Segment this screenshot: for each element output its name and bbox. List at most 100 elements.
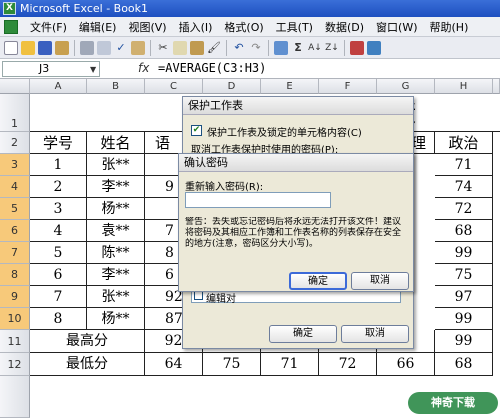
reenter-password-input[interactable] bbox=[185, 192, 331, 208]
student-name-cell[interactable]: 杨** bbox=[87, 198, 145, 220]
undo-icon[interactable]: ↶ bbox=[232, 41, 246, 55]
edit-object-checkbox[interactable] bbox=[194, 291, 203, 300]
sort-descending-icon[interactable]: Z↓ bbox=[325, 41, 339, 55]
menu-file[interactable]: 文件(F) bbox=[24, 19, 73, 35]
row-header-1[interactable]: 1 bbox=[0, 94, 30, 132]
student-name-cell[interactable]: 陈** bbox=[87, 242, 145, 264]
menu-view[interactable]: 视图(V) bbox=[122, 19, 172, 35]
column-header-d[interactable]: D bbox=[203, 79, 261, 94]
student-name-cell[interactable]: 张** bbox=[87, 286, 145, 308]
print-icon[interactable] bbox=[80, 40, 94, 55]
row-header-8[interactable]: 8 bbox=[0, 264, 30, 286]
politics-score-cell[interactable]: 99 bbox=[435, 242, 493, 264]
format-painter-icon[interactable]: 🖌 bbox=[207, 41, 221, 55]
menu-insert[interactable]: 插入(I) bbox=[173, 19, 219, 35]
student-name-cell[interactable]: 杨** bbox=[87, 308, 145, 330]
min-label-cell[interactable]: 最低分 bbox=[30, 353, 145, 376]
protect-ok-button[interactable]: 确定 bbox=[269, 325, 337, 343]
column-header-g[interactable]: G bbox=[377, 79, 435, 94]
research-icon[interactable] bbox=[131, 40, 145, 55]
row-header-4[interactable]: 4 bbox=[0, 176, 30, 198]
confirm-cancel-button[interactable]: 取消 bbox=[351, 272, 409, 290]
select-all-corner[interactable] bbox=[0, 79, 30, 94]
student-id-cell[interactable]: 1 bbox=[30, 154, 87, 176]
column-header-h[interactable]: H bbox=[435, 79, 493, 94]
min-value-cell[interactable]: 66 bbox=[377, 353, 435, 376]
menu-window[interactable]: 窗口(W) bbox=[370, 19, 423, 35]
spelling-icon[interactable]: ✓ bbox=[114, 41, 128, 55]
student-id-cell[interactable]: 4 bbox=[30, 220, 87, 242]
menu-format[interactable]: 格式(O) bbox=[218, 19, 269, 35]
chart-wizard-icon[interactable] bbox=[350, 40, 364, 55]
header-cell-name[interactable]: 姓名 bbox=[87, 132, 145, 154]
new-icon[interactable] bbox=[4, 40, 18, 55]
row-header-9[interactable]: 9 bbox=[0, 286, 30, 308]
name-box[interactable]: J3 bbox=[2, 61, 100, 77]
politics-score-cell[interactable]: 68 bbox=[435, 220, 493, 242]
fx-icon[interactable]: fx bbox=[138, 61, 149, 75]
row-header-13[interactable] bbox=[0, 376, 30, 418]
max-value-cell[interactable]: 99 bbox=[435, 330, 493, 353]
min-value-cell[interactable]: 71 bbox=[261, 353, 319, 376]
politics-score-cell[interactable]: 74 bbox=[435, 176, 493, 198]
row-header-3[interactable]: 3 bbox=[0, 154, 30, 176]
row-header-2[interactable]: 2 bbox=[0, 132, 30, 154]
student-id-cell[interactable]: 6 bbox=[30, 264, 87, 286]
row-header-7[interactable]: 7 bbox=[0, 242, 30, 264]
sort-ascending-icon[interactable]: A↓ bbox=[308, 41, 322, 55]
min-value-cell[interactable]: 68 bbox=[435, 353, 493, 376]
student-name-cell[interactable]: 李** bbox=[87, 264, 145, 286]
min-value-cell[interactable]: 64 bbox=[145, 353, 203, 376]
politics-score-cell[interactable]: 72 bbox=[435, 198, 493, 220]
protect-cancel-button[interactable]: 取消 bbox=[341, 325, 409, 343]
column-header-a[interactable]: A bbox=[30, 79, 87, 94]
politics-score-cell[interactable]: 97 bbox=[435, 286, 493, 308]
paste-icon[interactable] bbox=[190, 40, 204, 55]
row-header-10[interactable]: 10 bbox=[0, 308, 30, 330]
save-icon[interactable] bbox=[38, 40, 52, 55]
formula-input[interactable]: =AVERAGE(C3:H3) bbox=[158, 61, 266, 75]
header-cell-id[interactable]: 学号 bbox=[30, 132, 87, 154]
column-header-b[interactable]: B bbox=[87, 79, 145, 94]
protect-contents-checkbox[interactable]: ✔ bbox=[191, 125, 202, 136]
confirm-ok-button[interactable]: 确定 bbox=[289, 272, 347, 290]
min-value-cell[interactable]: 72 bbox=[319, 353, 377, 376]
student-name-cell[interactable]: 袁** bbox=[87, 220, 145, 242]
student-name-cell[interactable]: 李** bbox=[87, 176, 145, 198]
autosum-icon[interactable]: Σ bbox=[291, 41, 305, 55]
politics-score-cell[interactable]: 99 bbox=[435, 308, 493, 330]
drawing-icon[interactable] bbox=[367, 40, 381, 55]
min-value-cell[interactable]: 75 bbox=[203, 353, 261, 376]
row-header-6[interactable]: 6 bbox=[0, 220, 30, 242]
student-id-cell[interactable]: 7 bbox=[30, 286, 87, 308]
column-header-i[interactable] bbox=[493, 79, 500, 94]
menu-edit[interactable]: 编辑(E) bbox=[73, 19, 123, 35]
open-icon[interactable] bbox=[21, 40, 35, 55]
copy-icon[interactable] bbox=[173, 40, 187, 55]
max-label-cell[interactable]: 最高分 bbox=[30, 330, 145, 353]
student-id-cell[interactable]: 3 bbox=[30, 198, 87, 220]
column-header-f[interactable]: F bbox=[319, 79, 377, 94]
chevron-down-icon[interactable]: ▼ bbox=[90, 65, 96, 74]
column-header-c[interactable]: C bbox=[145, 79, 203, 94]
row-header-12[interactable]: 12 bbox=[0, 353, 30, 376]
student-id-cell[interactable]: 8 bbox=[30, 308, 87, 330]
menu-tools[interactable]: 工具(T) bbox=[270, 19, 319, 35]
row-header-11[interactable]: 11 bbox=[0, 330, 30, 353]
cut-icon[interactable]: ✂ bbox=[156, 41, 170, 55]
politics-score-cell[interactable]: 71 bbox=[435, 154, 493, 176]
student-id-cell[interactable]: 5 bbox=[30, 242, 87, 264]
redo-icon[interactable]: ↷ bbox=[249, 41, 263, 55]
student-id-cell[interactable]: 2 bbox=[30, 176, 87, 198]
menu-help[interactable]: 帮助(H) bbox=[424, 19, 475, 35]
column-header-e[interactable]: E bbox=[261, 79, 319, 94]
print-preview-icon[interactable] bbox=[97, 40, 111, 55]
permission-icon[interactable] bbox=[55, 40, 69, 55]
politics-score-cell[interactable]: 75 bbox=[435, 264, 493, 286]
menu-data[interactable]: 数据(D) bbox=[319, 19, 370, 35]
student-name-cell[interactable]: 张** bbox=[87, 154, 145, 176]
hyperlink-icon[interactable] bbox=[274, 40, 288, 55]
workbook-icon[interactable] bbox=[4, 19, 18, 34]
row-header-5[interactable]: 5 bbox=[0, 198, 30, 220]
header-cell-politics[interactable]: 政治 bbox=[435, 132, 493, 154]
